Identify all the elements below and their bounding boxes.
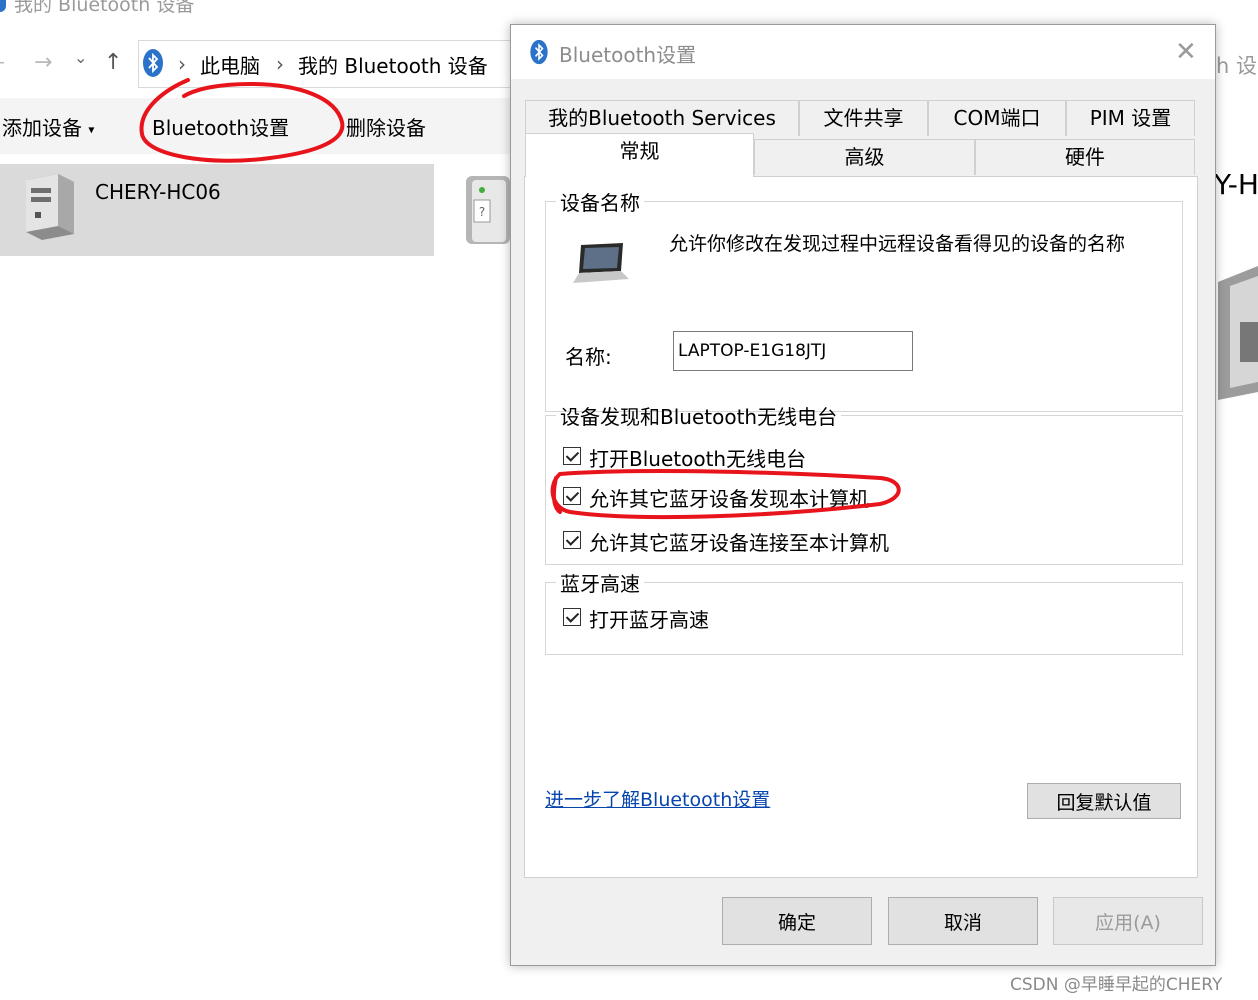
breadcrumb-separator-icon: › bbox=[178, 52, 186, 76]
allow-connect-label: 允许其它蓝牙设备连接至本计算机 bbox=[589, 531, 889, 555]
bluetooth-settings-dialog: Bluetooth设置 ✕ 我的Bluetooth Services 文件共享 … bbox=[510, 24, 1216, 966]
tab-hardware[interactable]: 硬件 bbox=[975, 139, 1195, 175]
allow-discovery-label: 允许其它蓝牙设备发现本计算机 bbox=[589, 487, 869, 511]
dropdown-arrow-icon: ▾ bbox=[88, 122, 95, 137]
device-name-description: 允许你修改在发现过程中远程设备看得见的设备的名称 bbox=[669, 233, 1126, 255]
learn-more-link[interactable]: 进一步了解Bluetooth设置 bbox=[545, 785, 770, 812]
highspeed-on-checkbox[interactable] bbox=[563, 608, 581, 626]
highspeed-group-legend: 蓝牙高速 bbox=[560, 572, 640, 596]
tab-advanced[interactable]: 高级 bbox=[754, 139, 975, 175]
up-arrow-icon[interactable]: ↑ bbox=[104, 52, 122, 74]
close-icon[interactable]: ✕ bbox=[1175, 37, 1197, 67]
computer-tower-icon bbox=[26, 174, 74, 240]
breadcrumb-separator-icon: › bbox=[276, 52, 284, 76]
remove-device-button[interactable]: 删除设备 bbox=[346, 112, 426, 141]
background-device-name-fragment: Y-H bbox=[1214, 168, 1258, 201]
tab-my-bluetooth-services[interactable]: 我的Bluetooth Services bbox=[525, 100, 799, 136]
device-name-group: 设备名称 bbox=[545, 187, 1183, 412]
window-title: 我的 Bluetooth 设备 bbox=[14, 0, 195, 16]
general-tab-panel: 设备名称 允许你修改在发现过程中远程设备看得见的设备的名称 名称: 设备发现和B… bbox=[524, 176, 1198, 878]
svg-text:?: ? bbox=[479, 205, 485, 219]
background-device-icon bbox=[1218, 266, 1258, 400]
watermark: CSDN @早睡早起的CHERY bbox=[1010, 975, 1223, 995]
forward-arrow-icon[interactable]: → bbox=[34, 52, 52, 74]
background-window-title-fragment: h 设 bbox=[1216, 54, 1257, 78]
allow-discovery-checkbox[interactable] bbox=[563, 487, 581, 505]
name-label: 名称: bbox=[565, 345, 612, 369]
breadcrumb-my-bluetooth-devices[interactable]: 我的 Bluetooth 设备 bbox=[298, 50, 488, 79]
discovery-group-legend: 设备发现和Bluetooth无线电台 bbox=[560, 405, 838, 429]
recent-locations-chevron-icon[interactable]: ⌄ bbox=[74, 50, 87, 66]
add-device-button[interactable]: 添加设备 ▾ bbox=[2, 112, 94, 141]
unknown-device-icon[interactable]: ? bbox=[462, 172, 512, 248]
radio-on-label: 打开Bluetooth无线电台 bbox=[589, 447, 807, 471]
tab-file-sharing[interactable]: 文件共享 bbox=[799, 100, 928, 136]
cancel-button[interactable]: 取消 bbox=[888, 897, 1038, 945]
bluetooth-settings-button[interactable]: Bluetooth设置 bbox=[152, 112, 289, 141]
breadcrumb-this-pc[interactable]: 此电脑 bbox=[200, 50, 260, 79]
tab-general[interactable]: 常规 bbox=[525, 133, 754, 177]
bluetooth-icon bbox=[143, 49, 163, 77]
add-device-label: 添加设备 bbox=[2, 116, 82, 140]
device-name-group-legend: 设备名称 bbox=[560, 191, 640, 215]
dialog-title: Bluetooth设置 bbox=[559, 43, 697, 67]
device-name: CHERY-HC06 bbox=[95, 180, 221, 204]
device-name-input[interactable] bbox=[673, 331, 913, 371]
laptop-icon bbox=[573, 243, 629, 283]
tab-com-ports[interactable]: COM端口 bbox=[928, 100, 1066, 136]
bluetooth-icon bbox=[0, 0, 6, 12]
radio-on-checkbox[interactable] bbox=[563, 447, 581, 465]
ok-button[interactable]: 确定 bbox=[722, 897, 872, 945]
tab-pim-settings[interactable]: PIM 设置 bbox=[1066, 100, 1195, 136]
restore-defaults-button[interactable]: 回复默认值 bbox=[1027, 783, 1181, 819]
bluetooth-icon bbox=[530, 39, 548, 65]
allow-connect-checkbox[interactable] bbox=[563, 531, 581, 549]
apply-button[interactable]: 应用(A) bbox=[1053, 897, 1203, 945]
highspeed-on-label: 打开蓝牙高速 bbox=[589, 608, 709, 632]
back-arrow-icon[interactable]: – bbox=[0, 52, 5, 74]
